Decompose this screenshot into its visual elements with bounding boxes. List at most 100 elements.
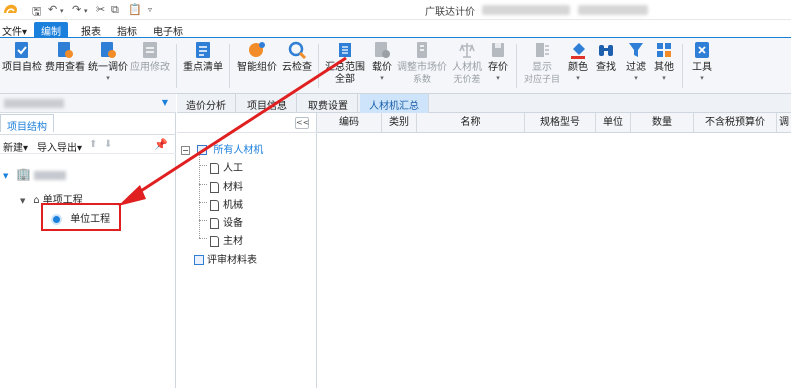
redo-dropdown-icon[interactable]: ▾ [84, 7, 88, 15]
adjust-market-button[interactable]: 调整市场价 系数 [396, 40, 448, 86]
col-code[interactable]: 编码 [317, 113, 382, 133]
material-category-tree: << − 所有人材机 人工 材料 机械 设备 主材 评审材料表 [177, 113, 317, 388]
project-selector[interactable]: ▼ [0, 94, 176, 113]
tree-item-material[interactable]: 材料 [210, 178, 243, 193]
tab-cost-analysis[interactable]: 造价分析 [177, 94, 236, 113]
building-icon: 🏢 [16, 167, 32, 181]
filter-button[interactable]: 过滤 ▾ [624, 40, 648, 82]
show-sub-button[interactable]: 显示 对应子目 [520, 40, 564, 86]
tree-guide-line [199, 202, 207, 203]
tree-guide-line [199, 220, 207, 221]
quick-access-dropdown-icon[interactable]: ▿ [148, 5, 152, 14]
summary-scope-label-2: 全部 [335, 74, 355, 85]
chevron-down-icon[interactable]: ▼ [3, 172, 13, 180]
fee-view-button[interactable]: 费用查看 [44, 40, 86, 74]
col-spec[interactable]: 规格型号 [525, 113, 596, 133]
cut-icon[interactable]: ✂ [96, 3, 105, 16]
tab-project-structure[interactable]: 项目结构 [0, 114, 54, 133]
tree-all-materials[interactable]: − 所有人材机 [181, 141, 263, 156]
all-materials-label: 所有人材机 [213, 145, 264, 156]
house-icon: ⌂ [33, 195, 40, 206]
key-list-button[interactable]: 重点清单 [182, 40, 224, 74]
undo-dropdown-icon[interactable]: ▾ [60, 7, 64, 15]
apply-modify-button[interactable]: 应用修改 [129, 40, 171, 74]
equipment-label: 设备 [223, 218, 243, 229]
tree-item-equipment[interactable]: 设备 [210, 214, 243, 229]
paint-bucket-icon [571, 43, 585, 59]
title-bar: 🖫 ↶ ▾ ↷ ▾ ✂ ⧉ 📋 ▿ 广联达计价 [0, 0, 791, 20]
collapse-icon[interactable]: − [181, 145, 190, 155]
new-button[interactable]: 新建▾ [3, 139, 28, 154]
smart-price-icon [249, 42, 265, 57]
tree-item-labor[interactable]: 人工 [210, 159, 243, 174]
redo-icon[interactable]: ↷ [72, 3, 81, 16]
menu-index[interactable]: 指标 [117, 23, 137, 38]
chevron-down-icon: ▾ [576, 74, 580, 82]
move-up-icon[interactable]: ⬆ [89, 139, 97, 150]
find-button[interactable]: 查找 [594, 40, 618, 74]
col-category[interactable]: 类别 [382, 113, 417, 133]
toolbar-divider [682, 44, 683, 88]
window-title: 广联达计价 [425, 7, 475, 18]
tree-guide-line [199, 184, 207, 185]
chevron-down-icon[interactable]: ▼ [162, 98, 168, 107]
app-logo-icon [4, 4, 17, 14]
find-label: 查找 [596, 62, 616, 73]
smart-price-button[interactable]: 智能组价 [236, 40, 278, 74]
title-redacted-2 [578, 5, 648, 15]
import-export-button[interactable]: 导入导出▾ [37, 139, 82, 154]
unified-price-icon [101, 42, 116, 58]
col-budget-price-excl-tax[interactable]: 不含税预算价 [694, 113, 777, 133]
review-table-label: 评审材料表 [207, 255, 257, 266]
move-down-icon[interactable]: ⬇ [104, 139, 112, 150]
tab-project-info[interactable]: 项目信息 [238, 94, 297, 113]
apply-modify-label: 应用修改 [130, 62, 170, 73]
cloud-check-label: 云检查 [282, 62, 312, 73]
adjust-market-label-2: 系数 [412, 75, 431, 85]
cloud-check-button[interactable]: 云检查 [280, 40, 314, 74]
col-quantity[interactable]: 数量 [631, 113, 694, 133]
chevron-down-icon[interactable]: ▼ [20, 197, 30, 205]
tree-guide-line [199, 238, 207, 239]
paste-icon[interactable]: 📋 [128, 3, 142, 16]
load-price-button[interactable]: 载价 ▾ [369, 40, 395, 82]
save-price-button[interactable]: 存价 ▾ [486, 40, 510, 82]
tools-button[interactable]: 工具 ▾ [690, 40, 714, 82]
col-unit[interactable]: 单位 [596, 113, 631, 133]
tree-item-machine[interactable]: 机械 [210, 196, 243, 211]
review-table-icon [194, 255, 204, 265]
unified-price-button[interactable]: 统一调价 ▾ [87, 40, 129, 82]
folder-icon [197, 145, 208, 155]
tab-fee-settings[interactable]: 取费设置 [299, 94, 358, 113]
title-redacted [482, 5, 570, 15]
copy-icon[interactable]: ⧉ [111, 3, 119, 17]
ribbon-toolbar: 项目自检 费用查看 统一调价 ▾ 应用修改 重点清单 智能组价 云检查 汇总范围… [0, 37, 791, 94]
summary-scope-button[interactable]: 汇总范围 全部 [322, 40, 368, 86]
menu-file[interactable]: 文件▾ [2, 23, 27, 38]
tree-root[interactable]: ▼ 🏢 [3, 167, 67, 181]
chevron-down-icon: ▾ [380, 74, 384, 82]
labor-machine-button[interactable]: 人材机 无价差 [450, 40, 484, 86]
col-name[interactable]: 名称 [417, 113, 525, 133]
collapse-panel-button[interactable]: << [295, 117, 309, 129]
project-check-button[interactable]: 项目自检 [2, 40, 42, 74]
labor-label: 人工 [223, 163, 243, 174]
main-material-label: 主材 [223, 236, 243, 247]
undo-icon[interactable]: ↶ [48, 3, 57, 16]
show-sub-label-2: 对应子目 [523, 75, 560, 85]
other-button[interactable]: 其他 ▾ [652, 40, 676, 82]
pin-icon[interactable]: 📌 [154, 138, 168, 151]
menu-compile[interactable]: 编制 [34, 22, 68, 38]
menu-report[interactable]: 报表 [81, 23, 101, 38]
color-label: 颜色 [568, 62, 588, 73]
tab-labor-material-summary[interactable]: 人材机汇总 [360, 94, 429, 113]
col-adjust[interactable]: 调 [777, 113, 791, 133]
tree-item-main-material[interactable]: 主材 [210, 232, 243, 247]
fee-view-label: 费用查看 [45, 62, 85, 73]
binoculars-icon [599, 45, 613, 56]
tree-review-table[interactable]: 评审材料表 [194, 251, 257, 266]
menu-e-bid[interactable]: 电子标 [153, 23, 183, 38]
color-button[interactable]: 颜色 ▾ [566, 40, 590, 82]
document-icon [210, 162, 219, 174]
highlight-annotation-box [41, 203, 121, 231]
